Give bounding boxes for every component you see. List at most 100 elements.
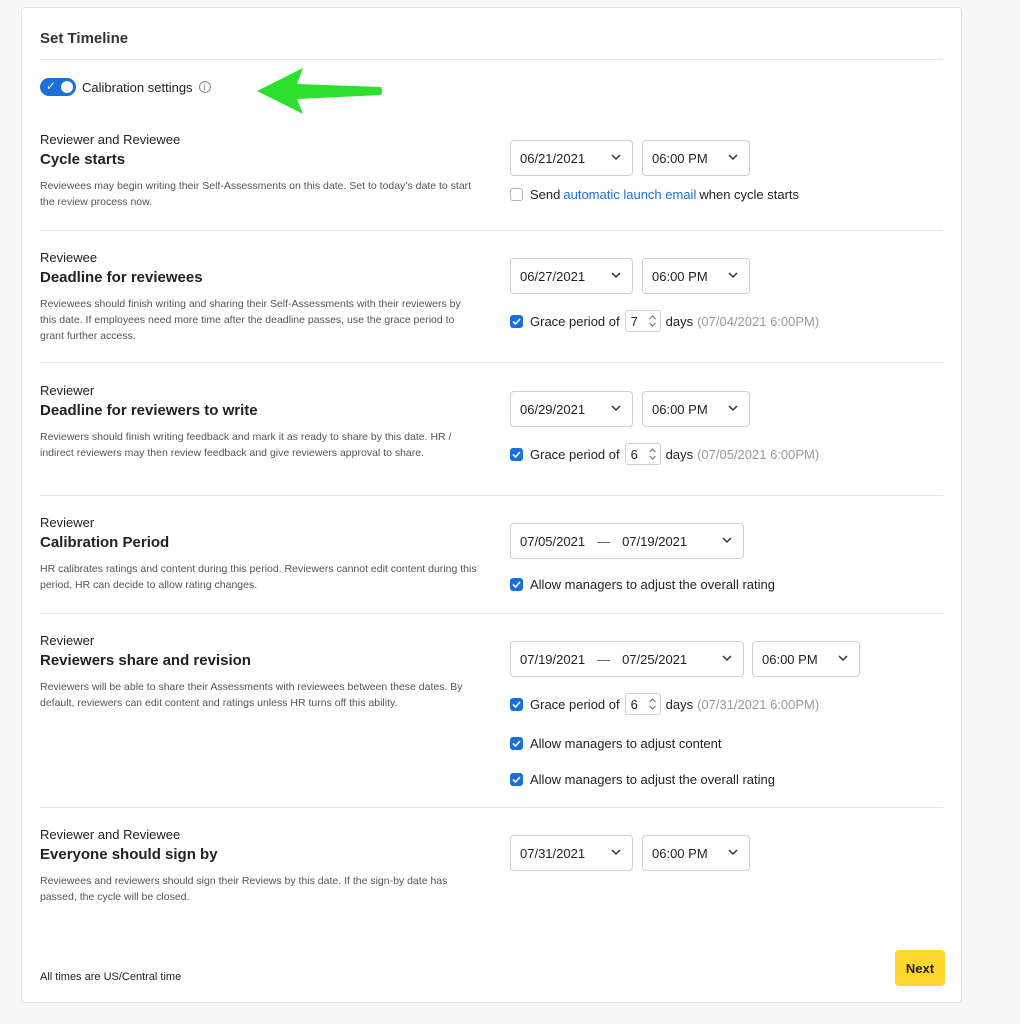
time-value: 06:00 PM [762,651,818,667]
adjust-rating-label: Allow managers to adjust the overall rat… [530,772,775,787]
check-icon [512,450,521,458]
section-description: HR calibrates ratings and content during… [40,563,477,591]
grace-period-option: Grace period of 7 days (07/04/2021 6:00P… [510,310,819,332]
section-deadline-reviewers: Reviewer Deadline for reviewers to write… [40,383,943,493]
reviewer-deadline-time-select[interactable]: 06:00 PM [642,391,750,427]
stepper-arrows-icon[interactable] [648,313,657,329]
check-icon [512,317,521,325]
section-description: Reviewees should finish writing and shar… [40,298,461,342]
chevron-down-icon [728,405,738,412]
reviewer-deadline-date-select[interactable]: 06/29/2021 [510,391,633,427]
grace-period-checkbox[interactable] [510,447,523,461]
automatic-launch-email-link[interactable]: automatic launch email [563,187,696,202]
section-title: Reviewers share and revision [40,652,251,669]
grace-until: (07/31/2021 6:00PM) [697,696,820,712]
chevron-down-icon [611,154,621,161]
adjust-rating-option: Allow managers to adjust the overall rat… [510,772,775,787]
adjust-content-checkbox[interactable] [510,737,523,750]
cycle-start-date-select[interactable]: 06/21/2021 [510,140,633,176]
chevron-down-icon [728,272,738,279]
chevron-down-icon [611,405,621,412]
check-icon [512,776,521,784]
range-separator: — [597,651,611,667]
reviewee-deadline-time-select[interactable]: 06:00 PM [642,258,750,294]
sign-by-time-select[interactable]: 06:00 PM [642,835,750,871]
time-value: 06:00 PM [652,268,708,284]
next-button[interactable]: Next [895,950,945,986]
grace-days-stepper[interactable]: 6 [624,693,661,715]
section-description: Reviewees may begin writing their Self-A… [40,180,472,208]
grace-days-value: 7 [630,313,638,329]
option-suffix: when cycle starts [699,187,800,202]
timezone-note: All times are US/Central time [40,971,182,983]
range-end: 07/19/2021 [622,533,688,549]
chevron-down-icon [611,849,621,856]
section-title: Deadline for reviewees [40,269,203,286]
chevron-down-icon [728,154,738,161]
section-title: Cycle starts [40,151,126,168]
grace-until: (07/04/2021 6:00PM) [697,313,820,329]
section-role: Reviewer [40,515,95,530]
sign-by-date-select[interactable]: 07/31/2021 [510,835,633,871]
grace-period-label: Grace period of [530,313,620,329]
grace-period-option: Grace period of 6 days (07/31/2021 6:00P… [510,693,819,715]
section-cycle-starts: Reviewer and Reviewee Cycle starts Revie… [40,132,943,232]
adjust-content-option: Allow managers to adjust content [510,736,722,751]
grace-days-stepper[interactable]: 6 [624,443,661,465]
adjust-rating-checkbox[interactable] [510,773,523,786]
check-icon [512,581,521,589]
date-value: 06/21/2021 [520,150,586,166]
grace-days-stepper[interactable]: 7 [624,310,661,332]
date-value: 06/29/2021 [520,401,586,417]
range-start: 07/19/2021 [520,651,586,667]
info-icon[interactable]: i [198,81,211,93]
grace-period-label: Grace period of [530,696,620,712]
chevron-down-icon [611,272,621,279]
chevron-down-icon [722,655,732,662]
section-sign-by: Reviewer and Reviewee Everyone should si… [40,827,943,917]
divider [40,362,943,363]
grace-period-checkbox[interactable] [510,314,523,328]
date-value: 07/31/2021 [520,845,586,861]
option-prefix: Send [530,187,561,202]
grace-period-checkbox[interactable] [510,697,523,711]
chevron-down-icon [722,537,732,544]
divider [40,807,943,808]
section-description: Reviewers will be able to share their As… [40,681,463,709]
stepper-arrows-icon[interactable] [648,696,657,712]
divider [40,59,943,60]
time-value: 06:00 PM [652,845,708,861]
set-timeline-card: Set Timeline ✓ Calibration settings i Re… [21,7,962,1003]
divider [40,495,943,496]
stepper-arrows-icon[interactable] [648,446,657,462]
section-role: Reviewee [40,250,98,265]
check-icon [512,700,521,708]
grace-days-value: 6 [630,446,638,462]
share-date-range-select[interactable]: 07/19/2021 — 07/25/2021 [510,641,744,677]
grace-days-unit: days [665,446,694,462]
time-value: 06:00 PM [652,401,708,417]
section-role: Reviewer [40,633,95,648]
annotation-arrow-icon [257,68,382,114]
section-calibration-period: Reviewer Calibration Period HR calibrate… [40,515,943,610]
divider [40,230,943,231]
adjust-rating-option: Allow managers to adjust the overall rat… [510,577,775,592]
share-time-select[interactable]: 06:00 PM [752,641,860,677]
calibration-date-range-select[interactable]: 07/05/2021 — 07/19/2021 [510,523,744,559]
grace-days-unit: days [665,696,694,712]
launch-email-option: Send automatic launch email when cycle s… [510,187,799,202]
range-start: 07/05/2021 [520,533,586,549]
section-role: Reviewer and Reviewee [40,132,181,147]
section-role: Reviewer and Reviewee [40,827,181,842]
calibration-settings-row: ✓ Calibration settings i [40,78,211,96]
calibration-settings-label: Calibration settings [82,79,193,95]
adjust-rating-checkbox[interactable] [510,578,523,591]
reviewee-deadline-date-select[interactable]: 06/27/2021 [510,258,633,294]
adjust-content-label: Allow managers to adjust content [530,736,722,751]
launch-email-checkbox[interactable] [510,188,523,201]
grace-days-unit: days [665,313,694,329]
check-icon [512,740,521,748]
section-share-and-revision: Reviewer Reviewers share and revision Re… [40,633,943,813]
cycle-start-time-select[interactable]: 06:00 PM [642,140,750,176]
calibration-toggle[interactable]: ✓ [40,78,76,96]
